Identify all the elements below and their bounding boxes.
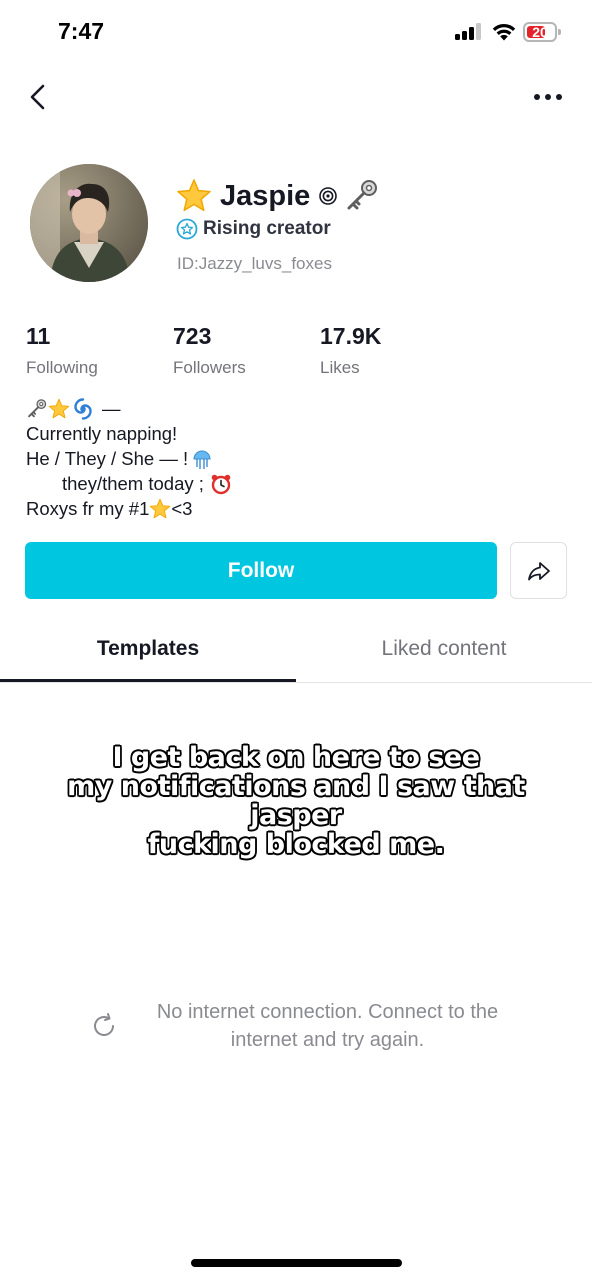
wifi-icon	[492, 23, 516, 41]
bio-line-text: Roxys fr my #1	[26, 498, 150, 519]
rising-creator-label: Rising creator	[203, 218, 331, 239]
followers-label: Followers	[173, 358, 246, 377]
star-emoji-icon	[48, 398, 70, 418]
likes-count: 17.9K	[320, 323, 382, 349]
cyclone-emoji-icon	[74, 397, 92, 420]
battery-icon: 20	[523, 22, 561, 42]
bio-line-text: —	[102, 398, 121, 419]
caption-overlay: I get back on here to see my notificatio…	[20, 743, 572, 859]
avatar[interactable]	[30, 164, 148, 282]
following-stat[interactable]: 11 Following	[26, 323, 98, 378]
bio-line: —	[26, 396, 232, 421]
bio-line-text: He / They / She — !	[26, 448, 189, 469]
likes-label: Likes	[320, 358, 360, 377]
star-emoji-icon	[150, 498, 171, 518]
star-emoji-icon	[177, 179, 211, 212]
key-emoji-icon	[347, 180, 378, 210]
back-chevron-icon[interactable]	[22, 80, 56, 114]
caption-line: I get back on here to see	[112, 742, 480, 773]
caption-line: fucking blocked me.	[147, 829, 445, 860]
caption-line: my notifications and I saw that jasper	[67, 771, 525, 831]
status-time: 7:47	[58, 18, 105, 44]
followers-stat[interactable]: 723 Followers	[173, 323, 246, 378]
followers-count: 723	[173, 323, 212, 349]
user-id[interactable]: ID:Jazzy_luvs_foxes	[177, 254, 332, 274]
bio-line: they/them today ;	[26, 471, 232, 496]
status-bar: 7:47 20	[0, 0, 592, 64]
spiral-icon	[319, 187, 338, 205]
reload-icon[interactable]	[88, 1010, 120, 1042]
bio-line-text: <3	[171, 498, 193, 519]
more-options-icon[interactable]	[530, 88, 566, 106]
following-label: Following	[26, 358, 98, 377]
tab-divider	[0, 682, 592, 683]
creator-badge-row[interactable]: Rising creator	[176, 216, 331, 242]
key-emoji-icon	[28, 398, 47, 417]
share-button[interactable]	[510, 542, 567, 599]
bio-line-text: they/them today ;	[26, 473, 204, 494]
bio-line: Roxys fr my #1 <3	[26, 496, 232, 521]
follow-button[interactable]: Follow	[25, 542, 497, 599]
jellyfish-emoji-icon	[193, 450, 211, 469]
following-count: 11	[26, 323, 51, 349]
battery-level: 20	[532, 24, 548, 40]
bio-line: He / They / She — !	[26, 446, 232, 471]
rising-creator-badge-icon	[176, 218, 198, 240]
no-internet-message: No internet connection. Connect to the i…	[156, 1001, 499, 1051]
avatar-photo	[30, 164, 148, 282]
home-indicator[interactable]	[191, 1259, 402, 1267]
cellular-signal-icon	[455, 22, 483, 40]
share-arrow-icon	[528, 562, 550, 581]
profile-bio: — Currently napping! He / They / She — !…	[26, 396, 232, 521]
tab-templates[interactable]: Templates	[0, 620, 296, 682]
likes-stat[interactable]: 17.9K Likes	[320, 323, 381, 378]
profile-name-row: Jaspie	[176, 176, 380, 216]
tab-liked-content[interactable]: Liked content	[296, 620, 592, 682]
alarm-clock-emoji-icon	[211, 474, 231, 494]
profile-name: Jaspie	[220, 179, 311, 212]
bio-line: Currently napping!	[26, 423, 178, 444]
